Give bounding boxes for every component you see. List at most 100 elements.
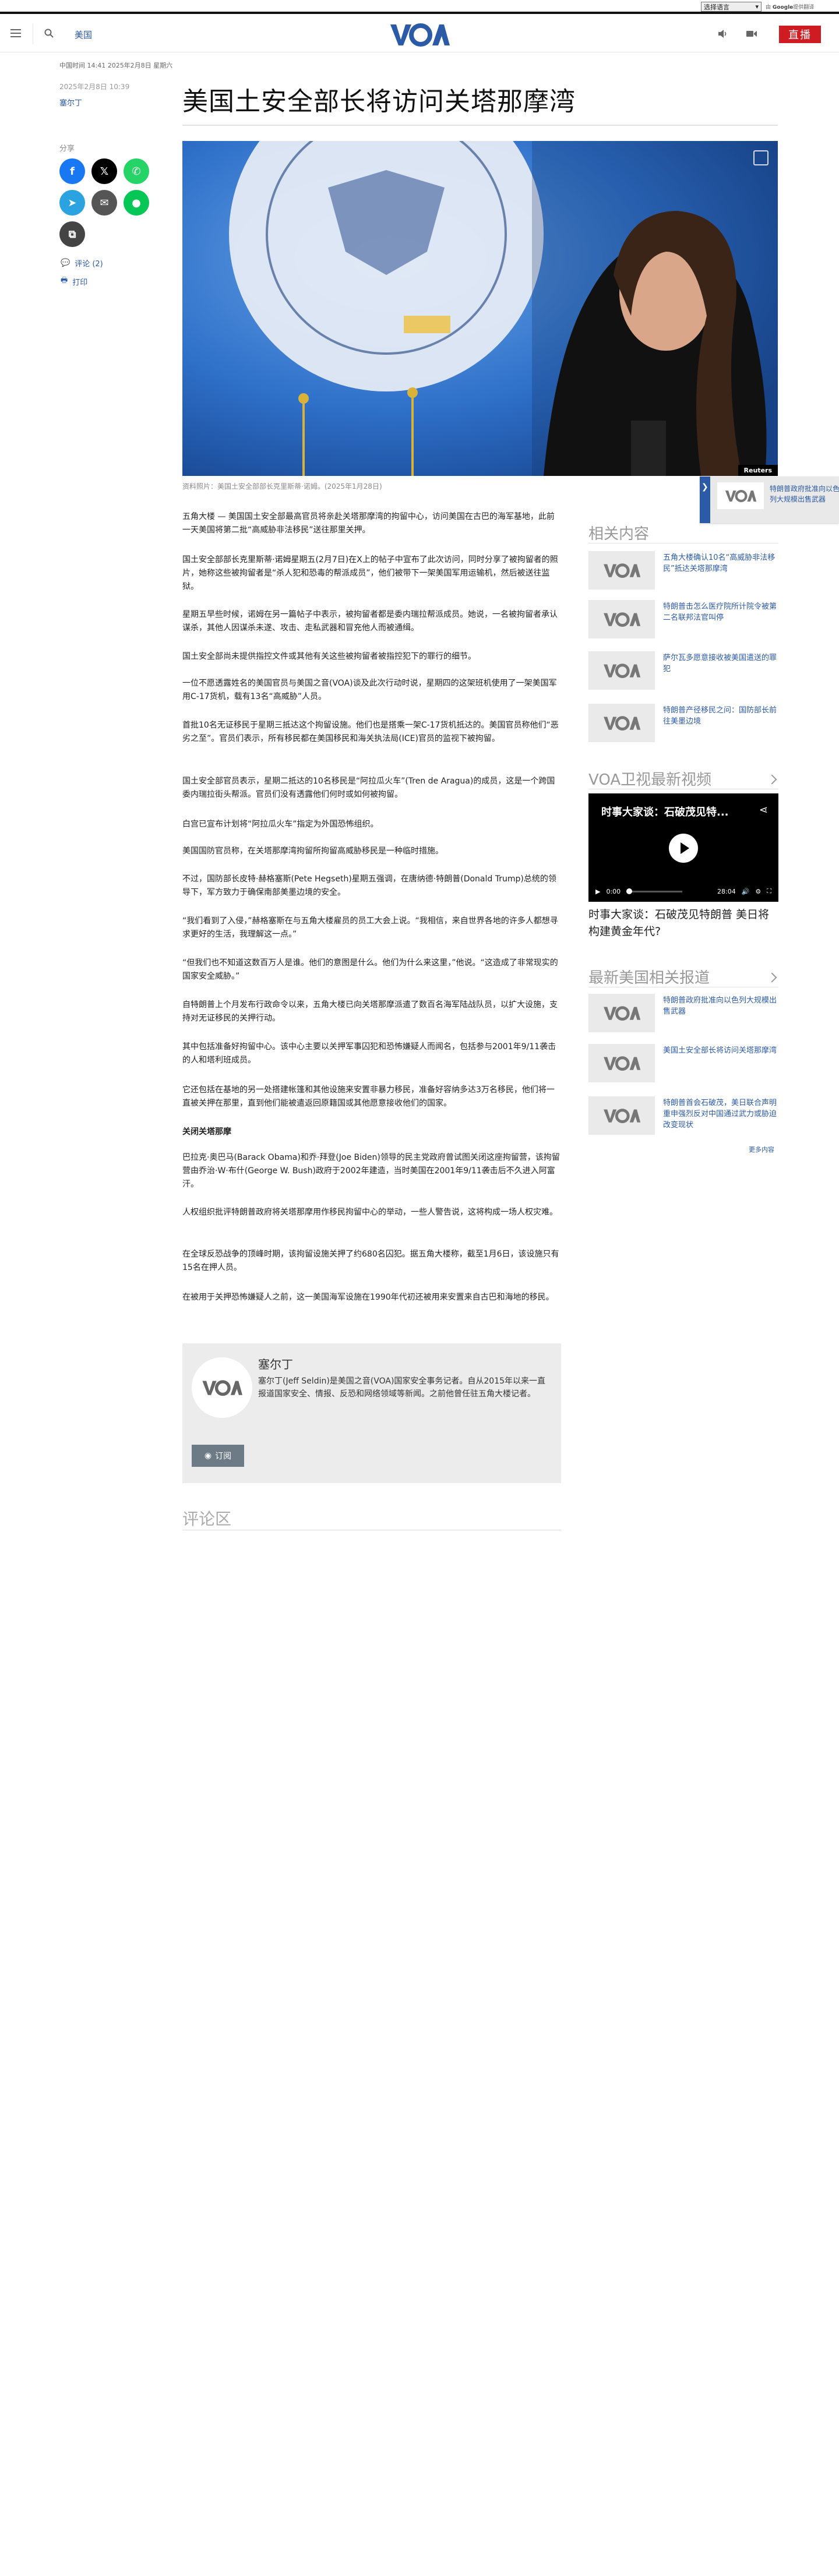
latest-item[interactable]: 特朗普首会石破茂，美日联合声明重申强烈反对中国通过武力或胁迫改变现状 [588, 1096, 778, 1135]
print-link[interactable]: 🖶 打印 [61, 275, 87, 288]
settings-icon[interactable]: ⚙ [755, 888, 761, 895]
paragraph: 首批10名无证移民于星期三抵达这个拘留设施。他们也是搭乘一架C-17货机抵达的。… [182, 721, 559, 743]
paragraph: 巴拉克·奥巴马(Barack Obama)和乔·拜登(Joe Biden)领导的… [182, 1153, 560, 1189]
hero-photo [182, 141, 778, 476]
progress-handle[interactable] [626, 888, 633, 894]
title-divider [182, 125, 778, 126]
latest-thumbnail [588, 1044, 655, 1082]
paragraph: 其中包括准备好拘留中心。该中心主要以关押军事囚犯和恐怖嫌疑人而闻名，包括参与20… [182, 1042, 556, 1065]
section-link-us[interactable]: 美国 [75, 29, 92, 41]
related-link[interactable]: 特朗普击怎么医疗院所计院令被第二名联邦法官叫停 [663, 600, 778, 638]
paragraph: 五角大楼 — 美国国土安全部最高官员将亲赴关塔那摩湾的拘留中心，访问美国在古巴的… [182, 512, 555, 535]
video-caption[interactable]: 时事大家谈：石破茂见特朗普 美日将构建黄金年代? [588, 906, 778, 940]
comment-icon: 💬 [61, 259, 70, 267]
language-select[interactable]: 选择语言 ▾ [701, 2, 762, 12]
print-label: 打印 [72, 278, 88, 287]
audio-icon[interactable] [717, 29, 728, 38]
latest-item[interactable]: 特朗普政府批准向以色列大规模出售武器 [588, 994, 778, 1032]
author-bio: 塞尔丁(Jeff Seldin)是美国之音(VOA)国家安全事务记者。自从201… [258, 1377, 546, 1399]
x-share-button[interactable]: 𝕏 [91, 158, 117, 184]
article-date: 2025年2月8日 10:39 [59, 83, 130, 91]
subscribe-label: 订阅 [215, 1452, 232, 1461]
language-select-label: 选择语言 [704, 3, 729, 11]
paragraph: 在被用于关押恐怖嫌疑人之前，这一美国海军设施在1990年代初还被用来安置来自古巴… [182, 1293, 554, 1302]
live-button[interactable]: 直播 [779, 26, 821, 43]
more-link[interactable]: 更多内容 [749, 1145, 774, 1154]
whatsapp-icon: ✆ [132, 165, 141, 178]
site-header: 美国 直播 [0, 16, 839, 52]
related-item[interactable]: 特朗普击怎么医疗院所计院令被第二名联邦法官叫停 [588, 600, 778, 638]
play-icon[interactable]: ▶ [595, 888, 600, 895]
powered-suffix: 提供翻译 [793, 5, 815, 10]
paragraph: 星期五早些时候，诺姆在另一篇帖子中表示，被拘留者都是委内瑞拉帮派成员。她说，一名… [182, 610, 558, 633]
video-progress-bar[interactable] [626, 888, 683, 894]
print-icon: 🖶 [61, 276, 68, 285]
copy-link-button[interactable]: ⧉ [59, 221, 85, 247]
play-button[interactable] [669, 834, 698, 863]
related-item[interactable]: 五角大楼确认10名“高威胁非法移民”抵达关塔那摩湾 [588, 551, 778, 590]
author-avatar [192, 1357, 252, 1418]
volume-icon[interactable]: 🔊 [742, 888, 750, 895]
video-player[interactable]: 时事大家谈：石破茂见特... ⋖ ▶ 0:00 28:04 🔊 ⚙ ⛶ [588, 793, 778, 902]
email-icon: ✉ [100, 196, 109, 209]
telegram-share-button[interactable]: ➤ [59, 190, 85, 216]
facebook-share-button[interactable]: f [59, 158, 85, 184]
video-duration: 28:04 [717, 887, 736, 895]
paragraph: “我们看到了入侵，”赫格塞斯在与五角大楼雇员的员工大会上说。“我相信，来自世界各… [182, 916, 558, 939]
latest-link[interactable]: 特朗普政府批准向以色列大规模出售武器 [663, 994, 778, 1032]
author-box-name[interactable]: 塞尔丁 [258, 1355, 293, 1372]
fullscreen-icon[interactable] [753, 150, 769, 165]
related-link[interactable]: 萨尔瓦多愿意接收被美国遣送的罪犯 [663, 651, 778, 690]
related-link[interactable]: 五角大楼确认10名“高威胁非法移民”抵达关塔那摩湾 [663, 551, 778, 590]
latest-link[interactable]: 特朗普首会石破茂，美日联合声明重申强烈反对中国通过武力或胁迫改变现状 [663, 1096, 778, 1135]
voa-logo[interactable] [389, 22, 450, 47]
latest-section-title[interactable]: 最新美国相关报道 [588, 966, 710, 987]
video-camera-icon[interactable] [746, 29, 757, 38]
paragraph: 自特朗普上个月发布行政命令以来，五角大楼已向关塔那摩派遣了数百名海军陆战队员，以… [182, 1000, 558, 1023]
video-current-time: 0:00 [606, 887, 621, 895]
author-link[interactable]: 塞尔丁 [59, 97, 82, 108]
latest-link[interactable]: 美国土安全部长将访问关塔那摩湾 [663, 1044, 777, 1082]
latest-thumbnail [588, 1096, 655, 1135]
floating-card[interactable]: ❯ 特朗普政府批准向以色列大规模出售武器 [700, 477, 839, 523]
related-item[interactable]: 特朗普产径移民之问：国防部长前往美墨边境 [588, 704, 778, 742]
paragraph: 国土安全部尚未提供指控文件或其他有关这些被拘留者被指控犯下的罪行的细节。 [182, 652, 476, 661]
latest-thumbnail [588, 994, 655, 1032]
paragraph: 国土安全部部长克里斯蒂·诺姆星期五(2月7日)在X上的帖子中宣布了此次访问，同时… [182, 555, 558, 591]
powered-prefix: 由 [766, 5, 771, 10]
latest-item[interactable]: 美国土安全部长将访问关塔那摩湾 [588, 1044, 778, 1082]
related-item[interactable]: 萨尔瓦多愿意接收被美国遣送的罪犯 [588, 651, 778, 690]
chevron-right-icon[interactable] [767, 774, 777, 785]
floating-link[interactable]: 特朗普政府批准向以色列大规模出售武器 [770, 484, 839, 504]
copy-icon: ⧉ [68, 228, 76, 241]
paragraph: 不过，国防部长皮特·赫格塞斯(Pete Hegseth)星期五强调，在唐纳德·特… [182, 874, 556, 897]
related-divider [588, 543, 778, 544]
search-icon[interactable] [44, 29, 54, 38]
line-share-button[interactable]: ● [124, 190, 149, 216]
share-icon[interactable]: ⋖ [759, 804, 768, 816]
video-section-title[interactable]: VOA卫视最新视频 [588, 768, 711, 789]
chevron-right-icon[interactable] [767, 972, 777, 983]
paragraph: 一位不愿透露姓名的美国官员与美国之音(VOA)谈及此次行动时说，星期四的这架班机… [182, 679, 557, 701]
related-link[interactable]: 特朗普产径移民之问：国防部长前往美墨边境 [663, 704, 778, 742]
x-icon: 𝕏 [100, 165, 109, 178]
hero-image: Reuters [182, 141, 778, 476]
line-icon: ● [132, 196, 141, 209]
related-thumbnail [588, 551, 655, 590]
email-share-button[interactable]: ✉ [91, 190, 117, 216]
google-brand[interactable]: Google [773, 5, 793, 10]
chevron-right-icon[interactable]: ❯ [701, 482, 708, 492]
chevron-down-icon: ▾ [755, 3, 759, 10]
video-overlay-title: 时事大家谈：石破茂见特... [601, 806, 729, 818]
comments-link[interactable]: 💬 评论 (2) [61, 257, 103, 269]
paragraph: “但我们也不知道这数百万人是谁。他们的意图是什么。他们为什么来这里，”他说。“这… [182, 958, 558, 981]
fullscreen-icon[interactable]: ⛶ [767, 887, 771, 895]
paragraph: 美国国防官员称，在关塔那摩湾拘留所拘留高威胁移民是一种临时措施。 [182, 846, 443, 856]
whatsapp-share-button[interactable]: ✆ [124, 158, 149, 184]
paragraph: 白宫已宣布计划将“阿拉瓜火车”指定为外国恐怖组织。 [182, 820, 379, 829]
telegram-icon: ➤ [68, 196, 77, 209]
related-title: 相关内容 [588, 525, 650, 543]
menu-icon[interactable] [10, 29, 21, 37]
subscribe-button[interactable]: ◉ 订阅 [192, 1445, 244, 1467]
facebook-icon: f [70, 165, 75, 178]
